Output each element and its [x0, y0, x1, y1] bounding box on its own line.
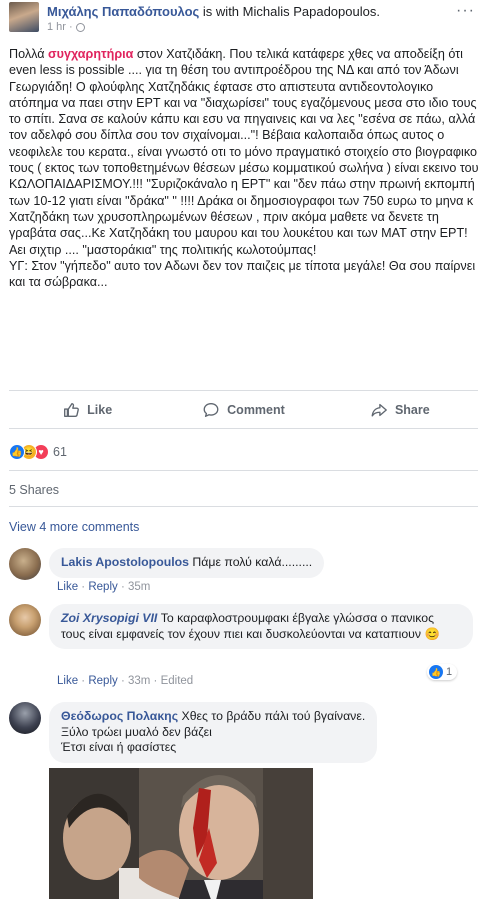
comment-edited-label[interactable]: Edited: [161, 675, 194, 687]
comment-reply-link[interactable]: Reply: [88, 581, 117, 593]
commenter-avatar[interactable]: [9, 604, 41, 636]
comment-item: Zoi Xrysopigi VII Το καραφλοστρουμφακι έ…: [9, 604, 479, 694]
author-avatar[interactable]: [9, 2, 39, 32]
divider: [9, 470, 478, 471]
comment-time[interactable]: 33m: [128, 675, 150, 687]
comment-time[interactable]: 35m: [128, 581, 150, 593]
like-reaction-icon: 👍: [9, 444, 25, 460]
reaction-summary[interactable]: 👍 😆 ♥ 61: [9, 443, 67, 461]
divider: [9, 506, 478, 507]
commenter-name[interactable]: Zoi Xrysopigi VII: [61, 611, 157, 625]
comment-text: Έτσι είναι ή φασίστες: [61, 740, 177, 754]
comment-reaction-count: 1: [446, 666, 453, 678]
author-line: Μιχάλης Παπαδόπουλος is with Michalis Pa…: [47, 4, 380, 19]
commenter-avatar[interactable]: [9, 702, 41, 734]
comment-label: Comment: [227, 403, 285, 417]
comment-meta: Like · Reply · 35m: [57, 581, 151, 593]
commenter-name[interactable]: Θεόδωρος Πολακης: [61, 709, 178, 723]
post-text-ps: ΥΓ: Στον "γήπεδο" αυτο τον Αδωνι δεν τον…: [9, 258, 476, 290]
share-button[interactable]: Share: [322, 395, 478, 425]
post-text-part: Πολλά: [9, 47, 49, 61]
post-text: Πολλά συγχαρητήρια στον Χατζιδάκη. Που τ…: [9, 46, 481, 290]
thumbs-up-icon: [64, 403, 80, 417]
commenter-avatar[interactable]: [9, 548, 41, 580]
comment-text: Χθες το βράδυ πάλι τού βγαίνανε.: [181, 709, 366, 723]
action-bar: Like Comment Share: [9, 395, 478, 425]
commenter-name[interactable]: Lakis Apostolopoulos: [61, 555, 189, 569]
shares-link[interactable]: 5 Shares: [9, 483, 59, 497]
comment-icon: [203, 403, 219, 417]
share-icon: [371, 403, 387, 417]
more-options-icon[interactable]: ···: [456, 2, 475, 20]
comment-item: Lakis Apostolopoulos Πάμε πολύ καλά.....…: [9, 548, 479, 598]
view-more-comments-link[interactable]: View 4 more comments: [9, 520, 139, 534]
comment-like-link[interactable]: Like: [57, 675, 78, 687]
author-name-link[interactable]: Μιχάλης Παπαδόπουλος: [47, 4, 199, 19]
divider: [9, 390, 478, 391]
comment-photo[interactable]: [49, 768, 313, 899]
comment-button[interactable]: Comment: [165, 395, 321, 425]
comment-text: Ξύλο τρώει μυαλό δεν βάζει: [61, 724, 212, 739]
like-reaction-icon: 👍: [429, 665, 443, 679]
reaction-count: 61: [53, 445, 67, 459]
divider: [9, 428, 478, 429]
comment-bubble: Zoi Xrysopigi VII Το καραφλοστρουμφακι έ…: [49, 604, 473, 649]
post-time[interactable]: 1 hr ·: [47, 21, 73, 33]
comment-reply-link[interactable]: Reply: [88, 675, 117, 687]
post-header: Μιχάλης Παπαδόπουλος is with Michalis Pa…: [9, 2, 479, 36]
globe-icon: [75, 22, 85, 32]
highlighted-word: συγχαρητήρια: [48, 47, 134, 61]
comment-meta: Like · Reply · 33m · Edited: [57, 675, 194, 687]
comment-item: Θεόδωρος Πολακης Χθες το βράδυ πάλι τού …: [9, 702, 479, 766]
share-label: Share: [394, 403, 430, 417]
comment-like-link[interactable]: Like: [57, 581, 78, 593]
tagged-with-text: is with Michalis Papadopoulos.: [202, 4, 380, 19]
comment-reactions[interactable]: 👍 1: [427, 664, 458, 680]
like-label: Like: [87, 403, 113, 417]
post-text-part: στον Χατζιδάκη. Που τελικά κατάφερε χθες…: [9, 47, 479, 257]
like-button[interactable]: Like: [9, 395, 165, 425]
comment-bubble: Θεόδωρος Πολακης Χθες το βράδυ πάλι τού …: [49, 702, 378, 763]
comment-bubble: Lakis Apostolopoulos Πάμε πολύ καλά.....…: [49, 548, 325, 578]
post-meta: 1 hr ·: [47, 21, 85, 33]
photo-illustration: [49, 768, 313, 899]
comment-text: Πάμε πολύ καλά.........: [192, 555, 313, 569]
